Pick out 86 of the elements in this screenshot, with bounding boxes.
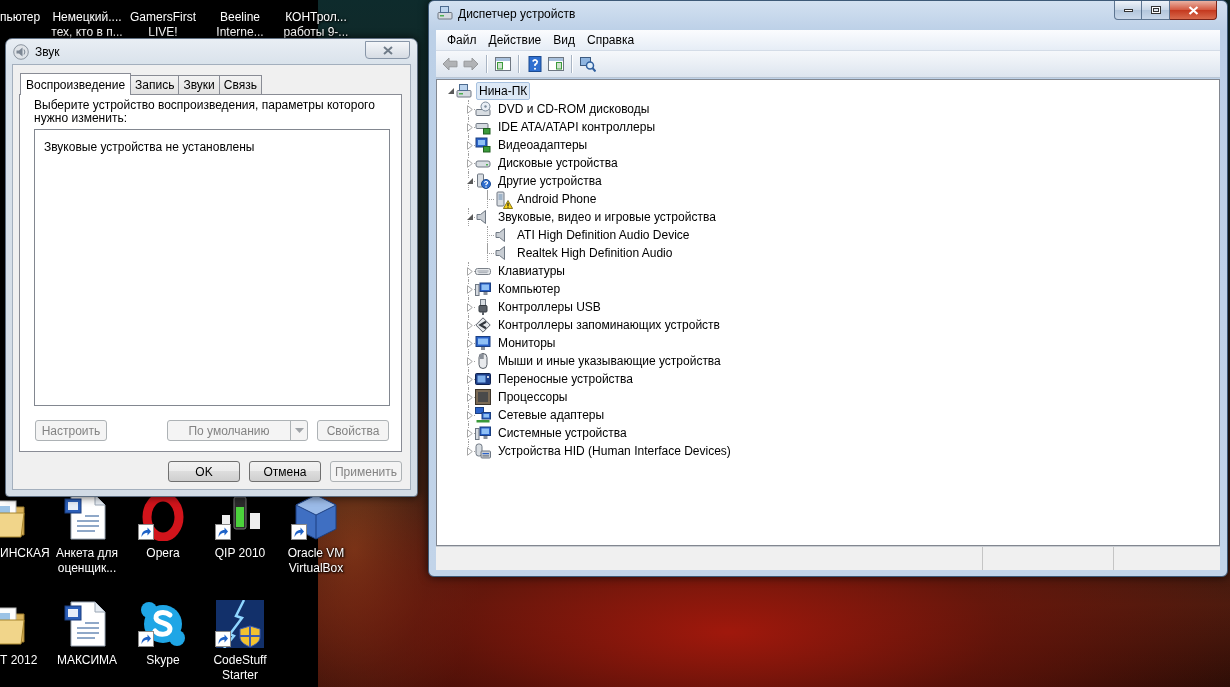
- minimize-icon: [1123, 8, 1133, 12]
- maximize-icon: [1150, 6, 1161, 14]
- expand-arrow-icon[interactable]: [466, 140, 473, 150]
- tree-item[interactable]: Мониторы: [495, 334, 559, 352]
- expand-arrow-icon[interactable]: [466, 158, 473, 168]
- chip-icon: [475, 389, 491, 405]
- maximize-button[interactable]: [1142, 1, 1170, 20]
- scan-icon[interactable]: [579, 56, 596, 72]
- expand-arrow-icon[interactable]: [466, 356, 473, 366]
- tree-item[interactable]: Переносные устройства: [495, 370, 637, 388]
- tree-item[interactable]: Контроллеры запоминающих устройств: [495, 316, 723, 334]
- close-button[interactable]: [1170, 1, 1217, 20]
- input-devices-icon: [475, 443, 491, 459]
- menu-item[interactable]: Справка: [581, 32, 641, 48]
- tree-item[interactable]: Сетевые адаптеры: [495, 406, 608, 424]
- tree-item[interactable]: Звуковые, видео и игровые устройства: [495, 208, 719, 226]
- expand-arrow-icon[interactable]: [466, 104, 473, 114]
- mouse-icon: [475, 353, 491, 369]
- expand-arrow-icon[interactable]: [466, 338, 473, 348]
- tree-item[interactable]: Нина-ПК: [476, 82, 531, 100]
- desktop-icon-label[interactable]: CodeStuff Starter: [200, 653, 280, 683]
- expand-arrow-icon[interactable]: [466, 410, 473, 420]
- computer-monitor-icon: [475, 425, 491, 441]
- expand-arrow-icon[interactable]: [466, 122, 473, 132]
- tab[interactable]: Запись: [130, 75, 180, 94]
- tree-item[interactable]: Мыши и иные указывающие устройства: [495, 352, 724, 370]
- help-icon[interactable]: [526, 56, 543, 72]
- tree-item[interactable]: Системные устройства: [495, 424, 630, 442]
- plug-icon: [475, 299, 491, 315]
- panel-icon[interactable]: [494, 56, 511, 72]
- tree-item[interactable]: Дисковые устройства: [495, 154, 621, 172]
- menu-item[interactable]: Вид: [547, 32, 581, 48]
- dialog-button[interactable]: Отмена: [249, 461, 321, 482]
- computer-monitor-icon: [475, 281, 491, 297]
- expand-arrow-icon[interactable]: [466, 446, 473, 456]
- expand-arrow-icon[interactable]: [466, 392, 473, 402]
- tree-item[interactable]: Устройства HID (Human Interface Devices): [495, 442, 734, 460]
- empty-message: Звуковые устройства не установлены: [44, 140, 255, 154]
- tab[interactable]: Связь: [218, 75, 262, 94]
- expand-arrow-icon[interactable]: [466, 302, 473, 312]
- tab[interactable]: Звуки: [178, 75, 220, 94]
- menu-item[interactable]: Файл: [441, 32, 483, 48]
- network-icon: [475, 407, 491, 423]
- desktop-icon-label[interactable]: Opera: [123, 546, 203, 561]
- tree-item[interactable]: Процессоры: [495, 388, 571, 406]
- device-list[interactable]: Звуковые устройства не установлены: [34, 129, 390, 406]
- tree-item[interactable]: Другие устройства: [495, 172, 605, 190]
- menu-item[interactable]: Действие: [482, 32, 548, 48]
- expand-arrow-icon[interactable]: [466, 320, 473, 330]
- desktop-icon-label[interactable]: ИНСКАЯ: [0, 546, 50, 561]
- panel-icon[interactable]: [547, 56, 564, 72]
- dialog-button[interactable]: OK: [168, 461, 240, 482]
- desktop-icon-label[interactable]: Т 2012: [0, 653, 50, 668]
- instruction-text: Выберите устройство воспроизведения, параметры которого нужно изменить:: [34, 99, 376, 125]
- window-title: Диспетчер устройств: [458, 6, 576, 22]
- speaker-icon: [13, 43, 29, 60]
- tree-item[interactable]: Компьютер: [495, 280, 564, 298]
- tree-item[interactable]: Realtek High Definition Audio: [514, 244, 676, 262]
- expand-arrow-icon[interactable]: [466, 428, 473, 438]
- close-icon: [382, 45, 393, 55]
- diamond-arrow-icon: [475, 317, 491, 333]
- collapse-arrow-icon[interactable]: [466, 178, 473, 184]
- computer-icon: [437, 5, 453, 21]
- window-title: Звук: [35, 43, 60, 60]
- disc-drive-icon: [475, 101, 491, 117]
- expand-arrow-icon[interactable]: [466, 374, 473, 384]
- tree-item[interactable]: Android Phone: [514, 190, 600, 208]
- collapse-arrow-icon[interactable]: [447, 88, 454, 94]
- tree-item[interactable]: Видеоадаптеры: [495, 136, 591, 154]
- tablet-icon: [475, 371, 491, 387]
- question-device-icon: [475, 173, 491, 189]
- expand-arrow-icon[interactable]: [466, 284, 473, 294]
- tree-item[interactable]: Контроллеры USB: [495, 298, 604, 316]
- tree-item[interactable]: Клавиатуры: [495, 262, 568, 280]
- expand-arrow-icon[interactable]: [466, 266, 473, 276]
- tree-item[interactable]: DVD и CD-ROM дисководы: [495, 100, 653, 118]
- tree-item[interactable]: ATI High Definition Audio Device: [514, 226, 693, 244]
- close-icon: [1187, 5, 1199, 15]
- computer-icon: [456, 83, 472, 99]
- monitor-card-icon: [475, 137, 491, 153]
- minimize-button[interactable]: [1114, 1, 1142, 20]
- tree-item[interactable]: IDE ATA/ATAPI контроллеры: [495, 118, 659, 136]
- tab[interactable]: Воспроизведение: [20, 73, 132, 95]
- collapse-arrow-icon[interactable]: [466, 214, 473, 220]
- monitor-icon: [475, 335, 491, 351]
- desktop-icon-label[interactable]: пьютер: [0, 10, 50, 25]
